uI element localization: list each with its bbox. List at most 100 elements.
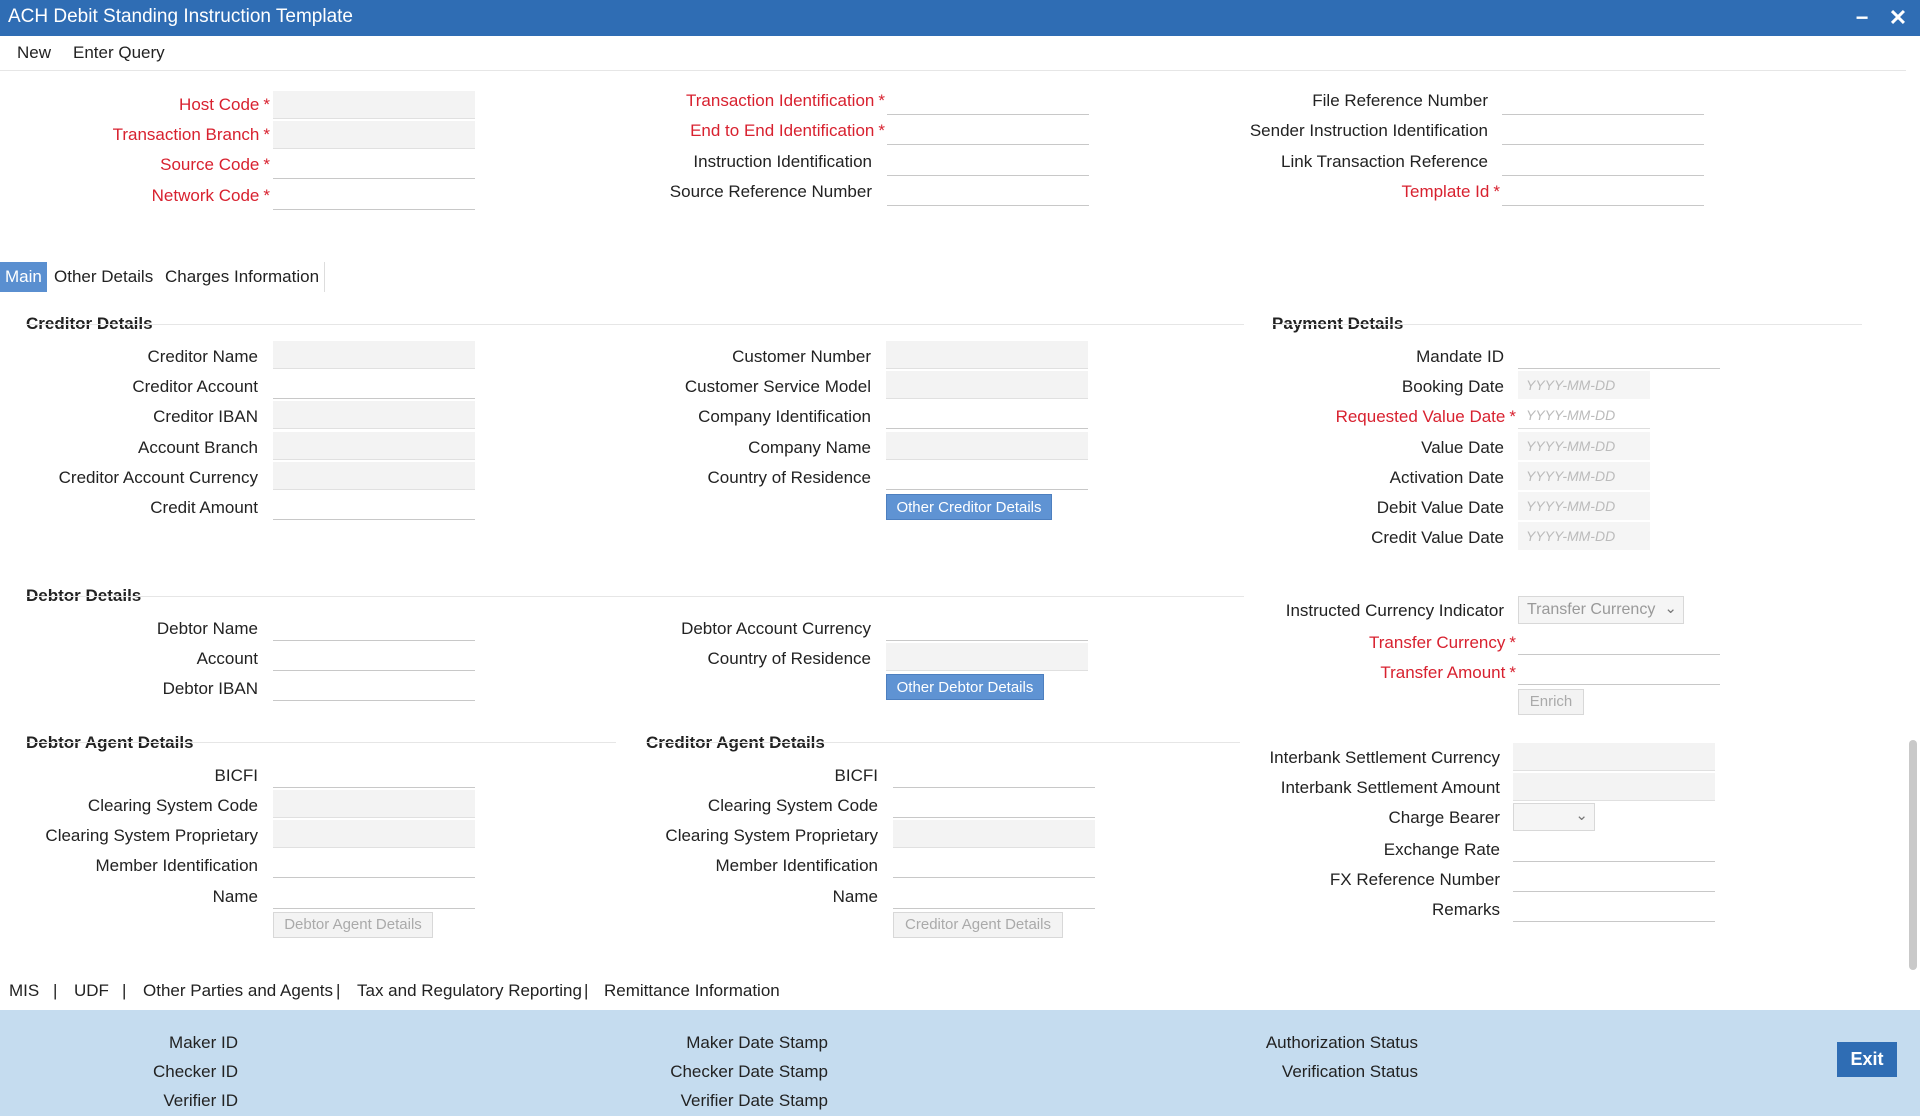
- new-menu-item[interactable]: New: [17, 43, 51, 63]
- transaction-branch-text: Transaction Branch: [112, 125, 260, 144]
- tab-divider: [324, 262, 325, 292]
- debit-value-date-field[interactable]: YYYY-MM-DD: [1518, 492, 1650, 520]
- charge-bearer-select[interactable]: ⌄: [1513, 803, 1595, 831]
- interbank-settlement-amount-field[interactable]: [1513, 773, 1715, 801]
- creditor-agent-clearing-system-code-field[interactable]: [893, 790, 1095, 818]
- template-id-field[interactable]: [1502, 178, 1704, 206]
- debtor-agent-name-field[interactable]: [273, 881, 475, 909]
- enrich-button[interactable]: Enrich: [1518, 689, 1584, 715]
- transfer-amount-text: Transfer Amount: [1380, 663, 1506, 682]
- close-icon[interactable]: ✕: [1884, 4, 1912, 32]
- remittance-information-link[interactable]: Remittance Information: [604, 981, 780, 1001]
- customer-number-field[interactable]: [886, 341, 1088, 369]
- debtor-agent-bicfi-label: BICFI: [214, 766, 258, 785]
- creditor-agent-name-field[interactable]: [893, 881, 1095, 909]
- sender-instruction-identification-field[interactable]: [1502, 117, 1704, 145]
- debtor-account-field[interactable]: [273, 643, 475, 671]
- company-identification-field[interactable]: [886, 401, 1088, 429]
- customer-service-model-field[interactable]: [886, 371, 1088, 399]
- transfer-amount-label: Transfer Amount *: [1250, 663, 1516, 683]
- credit-value-date-field[interactable]: YYYY-MM-DD: [1518, 522, 1650, 550]
- section-divider: [26, 742, 616, 743]
- required-star: *: [263, 95, 270, 114]
- creditor-agent-bicfi-field[interactable]: [893, 760, 1095, 788]
- title-bar: ACH Debit Standing Instruction Template …: [0, 0, 1920, 36]
- source-reference-number-field[interactable]: [887, 178, 1089, 206]
- debtor-agent-details-heading: Debtor Agent Details: [26, 733, 194, 752]
- customer-service-model-label: Customer Service Model: [684, 377, 871, 396]
- activation-date-field[interactable]: YYYY-MM-DD: [1518, 462, 1650, 490]
- charge-bearer-label: Charge Bearer: [1388, 808, 1500, 827]
- creditor-agent-bicfi-label: BICFI: [834, 766, 878, 785]
- creditor-agent-member-identification-field[interactable]: [893, 850, 1095, 878]
- requested-value-date-field[interactable]: YYYY-MM-DD: [1518, 401, 1650, 429]
- mandate-id-field[interactable]: [1518, 341, 1720, 369]
- transfer-currency-field[interactable]: [1518, 627, 1720, 655]
- bottom-link-bar: MIS | UDF | Other Parties and Agents | T…: [0, 972, 1920, 1010]
- end-to-end-identification-field[interactable]: [887, 117, 1089, 145]
- debtor-agent-member-identification-field[interactable]: [273, 850, 475, 878]
- exchange-rate-field[interactable]: [1513, 834, 1715, 862]
- window-title: ACH Debit Standing Instruction Template: [8, 6, 353, 27]
- company-name-label: Company Name: [748, 438, 871, 457]
- fx-reference-number-field[interactable]: [1513, 864, 1715, 892]
- other-creditor-details-button[interactable]: Other Creditor Details: [886, 494, 1052, 520]
- company-identification-label: Company Identification: [698, 407, 871, 426]
- host-code-text: Host Code: [179, 95, 260, 114]
- source-code-field[interactable]: [273, 151, 475, 179]
- credit-amount-field[interactable]: [273, 492, 475, 520]
- debtor-name-field[interactable]: [273, 613, 475, 641]
- interbank-settlement-currency-field[interactable]: [1513, 743, 1715, 771]
- tab-main[interactable]: Main: [0, 262, 47, 292]
- creditor-account-field[interactable]: [273, 371, 475, 399]
- verifier-id-label: Verifier ID: [163, 1091, 238, 1110]
- creditor-agent-details-button[interactable]: Creditor Agent Details: [893, 912, 1063, 938]
- source-code-text: Source Code: [160, 155, 260, 174]
- debtor-agent-clearing-system-proprietary-field[interactable]: [273, 820, 475, 848]
- mandate-id-label: Mandate ID: [1416, 347, 1504, 366]
- creditor-name-field[interactable]: [273, 341, 475, 369]
- account-branch-field[interactable]: [273, 432, 475, 460]
- creditor-country-of-residence-field[interactable]: [886, 462, 1088, 490]
- maker-date-stamp-label: Maker Date Stamp: [686, 1033, 828, 1052]
- value-date-field[interactable]: YYYY-MM-DD: [1518, 432, 1650, 460]
- required-star: *: [1509, 633, 1516, 652]
- transfer-amount-field[interactable]: [1518, 657, 1720, 685]
- enter-query-menu-item[interactable]: Enter Query: [73, 43, 165, 63]
- udf-link[interactable]: UDF: [74, 981, 109, 1001]
- creditor-agent-clearing-system-proprietary-field[interactable]: [893, 820, 1095, 848]
- instructed-currency-indicator-select[interactable]: Transfer Currency ⌄: [1518, 596, 1684, 624]
- end-to-end-identification-text: End to End Identification: [690, 121, 875, 140]
- instruction-identification-field[interactable]: [887, 148, 1089, 176]
- debtor-agent-details-button[interactable]: Debtor Agent Details: [273, 912, 433, 938]
- debtor-country-of-residence-field[interactable]: [886, 643, 1088, 671]
- transaction-identification-field[interactable]: [887, 87, 1089, 115]
- scrollbar-thumb[interactable]: [1909, 740, 1917, 970]
- exit-button[interactable]: Exit: [1837, 1042, 1897, 1077]
- host-code-field[interactable]: [273, 91, 475, 119]
- mis-link[interactable]: MIS: [9, 981, 39, 1001]
- booking-date-field[interactable]: YYYY-MM-DD: [1518, 371, 1650, 399]
- creditor-iban-field[interactable]: [273, 401, 475, 429]
- other-debtor-details-button[interactable]: Other Debtor Details: [886, 674, 1044, 700]
- remarks-field[interactable]: [1513, 894, 1715, 922]
- minimize-icon[interactable]: −: [1848, 4, 1876, 32]
- creditor-agent-details-heading: Creditor Agent Details: [646, 733, 825, 752]
- network-code-field[interactable]: [273, 182, 475, 210]
- company-name-field[interactable]: [886, 432, 1088, 460]
- debtor-account-currency-field[interactable]: [886, 613, 1088, 641]
- creditor-account-currency-field[interactable]: [273, 462, 475, 490]
- transaction-branch-field[interactable]: [273, 121, 475, 149]
- file-reference-number-field[interactable]: [1502, 87, 1704, 115]
- link-transaction-reference-field[interactable]: [1502, 148, 1704, 176]
- template-id-label: Template Id *: [1200, 182, 1500, 202]
- other-parties-and-agents-link[interactable]: Other Parties and Agents: [143, 981, 333, 1001]
- debtor-iban-field[interactable]: [273, 673, 475, 701]
- debtor-agent-bicfi-field[interactable]: [273, 760, 475, 788]
- tax-and-regulatory-reporting-link[interactable]: Tax and Regulatory Reporting: [357, 981, 582, 1001]
- audit-footer: Maker ID Checker ID Verifier ID Maker Da…: [0, 1010, 1920, 1116]
- transfer-currency-text: Transfer Currency: [1369, 633, 1506, 652]
- debtor-agent-clearing-system-code-field[interactable]: [273, 790, 475, 818]
- tab-other-details[interactable]: Other Details: [49, 262, 158, 292]
- tab-charges-information[interactable]: Charges Information: [160, 262, 324, 292]
